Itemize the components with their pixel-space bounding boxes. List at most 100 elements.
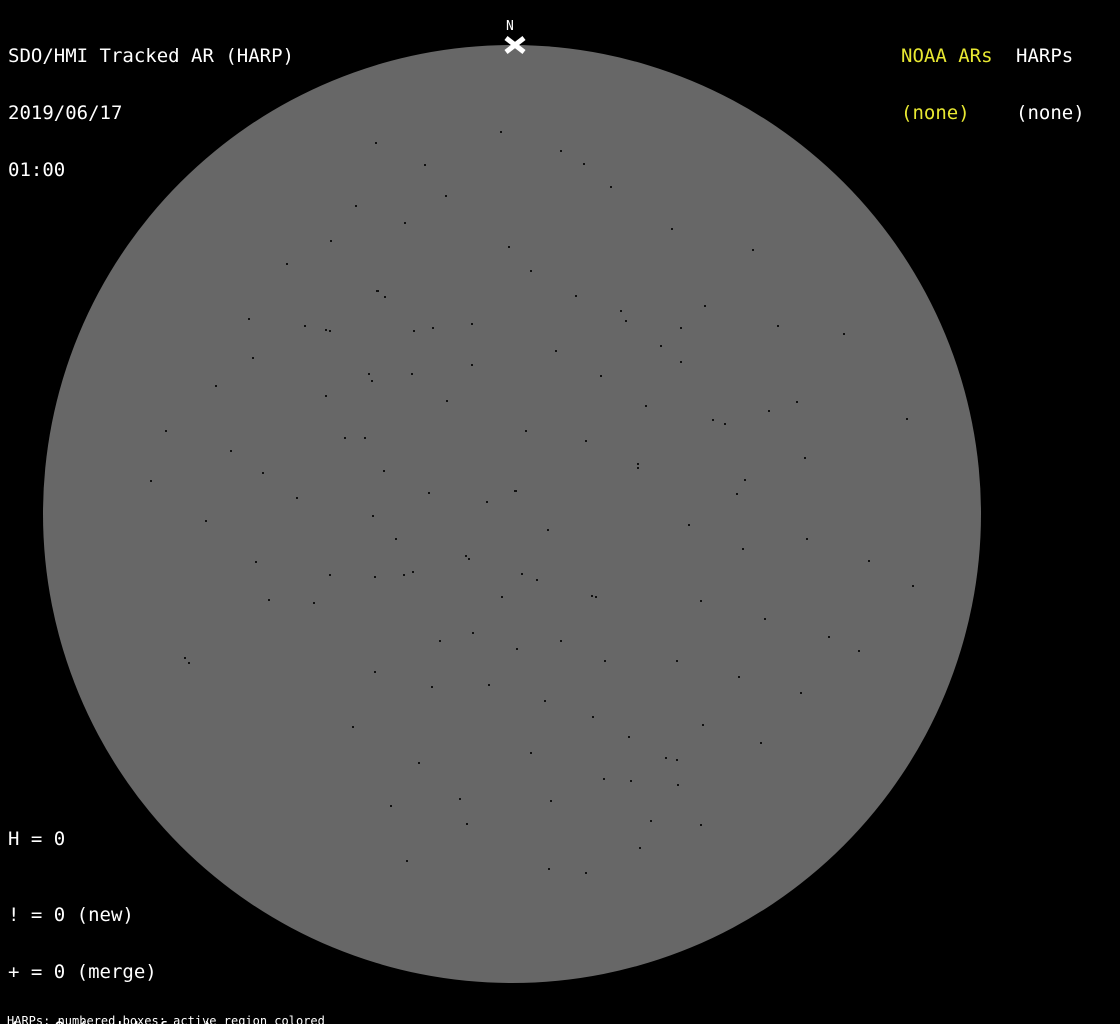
- speck: [432, 327, 434, 329]
- speck: [595, 596, 597, 598]
- speck: [665, 757, 667, 759]
- speck: [268, 599, 270, 601]
- speck: [583, 163, 585, 165]
- speck: [471, 323, 473, 325]
- speck: [472, 632, 474, 634]
- speck: [603, 778, 605, 780]
- speck: [486, 501, 488, 503]
- speck: [585, 440, 587, 442]
- speck: [660, 345, 662, 347]
- speck: [700, 600, 702, 602]
- speck: [384, 296, 386, 298]
- speck: [406, 860, 408, 862]
- speck: [712, 419, 714, 421]
- speck: [371, 380, 373, 382]
- speck: [592, 716, 594, 718]
- speck: [150, 480, 152, 482]
- speck: [724, 423, 726, 425]
- speck: [610, 186, 612, 188]
- speck: [858, 650, 860, 652]
- speck: [688, 524, 690, 526]
- speck: [508, 246, 510, 248]
- frame-date: 2019/06/17: [8, 102, 123, 124]
- speck: [736, 493, 738, 495]
- speck: [325, 329, 327, 331]
- noaa-ars-label: NOAA ARs: [901, 45, 993, 67]
- speck: [404, 222, 406, 224]
- speck: [184, 657, 186, 659]
- harps-column: HARPs (none): [1016, 9, 1085, 161]
- speck: [700, 824, 702, 826]
- speck: [671, 228, 673, 230]
- speck: [521, 573, 523, 575]
- speck: [428, 492, 430, 494]
- speck: [828, 636, 830, 638]
- speck: [639, 847, 641, 849]
- north-cross-icon: [504, 36, 526, 54]
- speck: [704, 305, 706, 307]
- speck: [620, 310, 622, 312]
- speck: [547, 529, 549, 531]
- speck: [764, 618, 766, 620]
- speck: [868, 560, 870, 562]
- noaa-ars-count: (none): [901, 102, 970, 124]
- speck: [628, 736, 630, 738]
- speck: [591, 595, 593, 597]
- speck: [676, 759, 678, 761]
- speck: [680, 361, 682, 363]
- speck: [471, 364, 473, 366]
- speck: [650, 820, 652, 822]
- speck: [544, 700, 546, 702]
- speck: [215, 385, 217, 387]
- speck: [329, 574, 331, 576]
- speck: [530, 270, 532, 272]
- speck: [560, 150, 562, 152]
- speck: [742, 548, 744, 550]
- speck: [459, 798, 461, 800]
- harps-count: (none): [1016, 102, 1085, 124]
- speck: [676, 660, 678, 662]
- speck: [677, 784, 679, 786]
- harps-label: HARPs: [1016, 45, 1074, 67]
- speck: [912, 585, 914, 587]
- speck: [445, 195, 447, 197]
- north-label: N: [506, 19, 514, 34]
- speck: [500, 131, 502, 133]
- speck: [413, 330, 415, 332]
- speck: [248, 318, 250, 320]
- speck: [760, 742, 762, 744]
- noaa-ars-column: NOAA ARs (none): [901, 9, 993, 161]
- speck: [372, 515, 374, 517]
- speck: [806, 538, 808, 540]
- speck: [390, 805, 392, 807]
- speck: [516, 648, 518, 650]
- speck: [560, 640, 562, 642]
- speck: [575, 295, 577, 297]
- speck: [395, 538, 397, 540]
- speck: [439, 640, 441, 642]
- speck: [375, 142, 377, 144]
- speck: [752, 249, 754, 251]
- speck: [514, 490, 517, 492]
- speck: [205, 520, 207, 522]
- speck: [501, 596, 503, 598]
- speck: [702, 724, 704, 726]
- speck: [530, 752, 532, 754]
- speck: [165, 430, 167, 432]
- speck: [262, 472, 264, 474]
- speck: [364, 437, 366, 439]
- speck: [304, 325, 306, 327]
- speck: [600, 375, 602, 377]
- speck: [777, 325, 779, 327]
- footnotes: HARPs: numbered boxes; active region col…: [7, 991, 426, 1024]
- speck: [604, 660, 606, 662]
- speck: [411, 373, 413, 375]
- speck: [738, 676, 740, 678]
- speck: [313, 602, 315, 604]
- speck: [374, 576, 376, 578]
- speck: [744, 479, 746, 481]
- speck: [412, 571, 414, 573]
- harp-tracking-frame: N SDO/HMI Tracked AR (HARP) 2019/06/17 0…: [0, 0, 1120, 1024]
- speck: [383, 470, 385, 472]
- speck: [536, 579, 538, 581]
